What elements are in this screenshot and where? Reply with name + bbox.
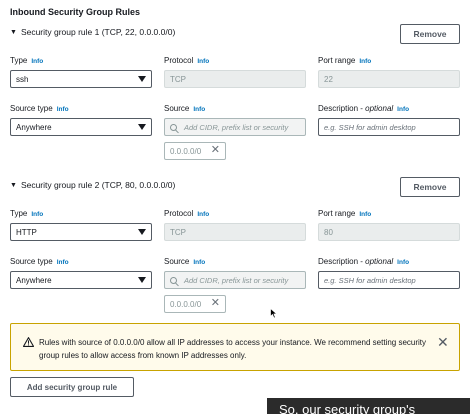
type-label: Type Info	[10, 209, 44, 218]
rule-2-title: Security group rule 2 (TCP, 80, 0.0.0.0/…	[20, 180, 176, 190]
rule-2-port-range-field: 80	[318, 223, 460, 241]
rule-2-cidr-token: 0.0.0.0/0 ✕	[164, 295, 226, 313]
rule-2-source-type-select[interactable]: Anywhere	[10, 271, 152, 289]
info-link[interactable]: Info	[359, 211, 371, 218]
rule-2-source-search-input[interactable]: Add CIDR, prefix list or security	[164, 271, 306, 289]
port-range-label: Port range Info	[318, 209, 372, 218]
type-label: Type Info	[10, 56, 44, 65]
section-title: Inbound Security Group Rules	[10, 7, 141, 17]
dropdown-arrow-icon	[138, 124, 146, 130]
source-type-label: Source type Info	[10, 257, 69, 266]
rule-1-protocol-field: TCP	[164, 70, 306, 88]
info-link[interactable]: Info	[197, 211, 209, 218]
info-link[interactable]: Info	[57, 106, 69, 113]
add-security-group-rule-button[interactable]: Add security group rule	[10, 377, 134, 397]
dropdown-arrow-icon	[138, 229, 146, 235]
description-label: Description - optional Info	[318, 257, 410, 266]
warning-alert: Rules with source of 0.0.0.0/0 allow all…	[10, 323, 460, 371]
rule-1-source-type-select[interactable]: Anywhere	[10, 118, 152, 136]
rule-2-type-select[interactable]: HTTP	[10, 223, 152, 241]
protocol-label: Protocol Info	[164, 209, 210, 218]
search-icon	[170, 276, 177, 284]
close-icon[interactable]: ✕	[211, 145, 220, 156]
rule-1-cidr-token: 0.0.0.0/0 ✕	[164, 142, 226, 160]
rule-1-description-input[interactable]: e.g. SSH for admin desktop	[318, 118, 460, 136]
rule-2-description-input[interactable]: e.g. SSH for admin desktop	[318, 271, 460, 289]
rule-1-title: Security group rule 1 (TCP, 22, 0.0.0.0/…	[20, 27, 176, 37]
search-icon	[170, 123, 177, 131]
close-icon[interactable]: ✕	[211, 298, 220, 309]
protocol-label: Protocol Info	[164, 56, 210, 65]
rule-1-type-select[interactable]: ssh	[10, 70, 152, 88]
info-link[interactable]: Info	[359, 58, 371, 65]
warning-text: Rules with source of 0.0.0.0/0 allow all…	[39, 338, 426, 360]
source-label: Source Info	[164, 104, 206, 113]
remove-rule-2-button[interactable]: Remove	[400, 177, 460, 197]
dropdown-arrow-icon	[138, 277, 146, 283]
dismiss-icon[interactable]: ✕	[437, 335, 449, 349]
caret-down-icon: ▼	[10, 181, 17, 189]
caret-down-icon: ▼	[10, 28, 17, 36]
rule-1-header[interactable]: ▼ Security group rule 1 (TCP, 22, 0.0.0.…	[10, 27, 175, 37]
mouse-cursor-icon	[270, 308, 278, 319]
rule-2-protocol-field: TCP	[164, 223, 306, 241]
info-link[interactable]: Info	[397, 259, 409, 266]
video-caption: So, our security group's	[267, 398, 470, 414]
info-link[interactable]: Info	[57, 259, 69, 266]
info-link[interactable]: Info	[397, 106, 409, 113]
info-link[interactable]: Info	[31, 58, 43, 65]
info-link[interactable]: Info	[31, 211, 43, 218]
rule-1-source-search-input[interactable]: Add CIDR, prefix list or security	[164, 118, 306, 136]
dropdown-arrow-icon	[138, 76, 146, 82]
rule-1-port-range-field: 22	[318, 70, 460, 88]
warning-icon	[23, 337, 34, 347]
remove-rule-1-button[interactable]: Remove	[400, 24, 460, 44]
source-label: Source Info	[164, 257, 206, 266]
description-label: Description - optional Info	[318, 104, 410, 113]
info-link[interactable]: Info	[197, 58, 209, 65]
port-range-label: Port range Info	[318, 56, 372, 65]
rule-2-header[interactable]: ▼ Security group rule 2 (TCP, 80, 0.0.0.…	[10, 180, 175, 190]
source-type-label: Source type Info	[10, 104, 69, 113]
info-link[interactable]: Info	[193, 106, 205, 113]
info-link[interactable]: Info	[193, 259, 205, 266]
